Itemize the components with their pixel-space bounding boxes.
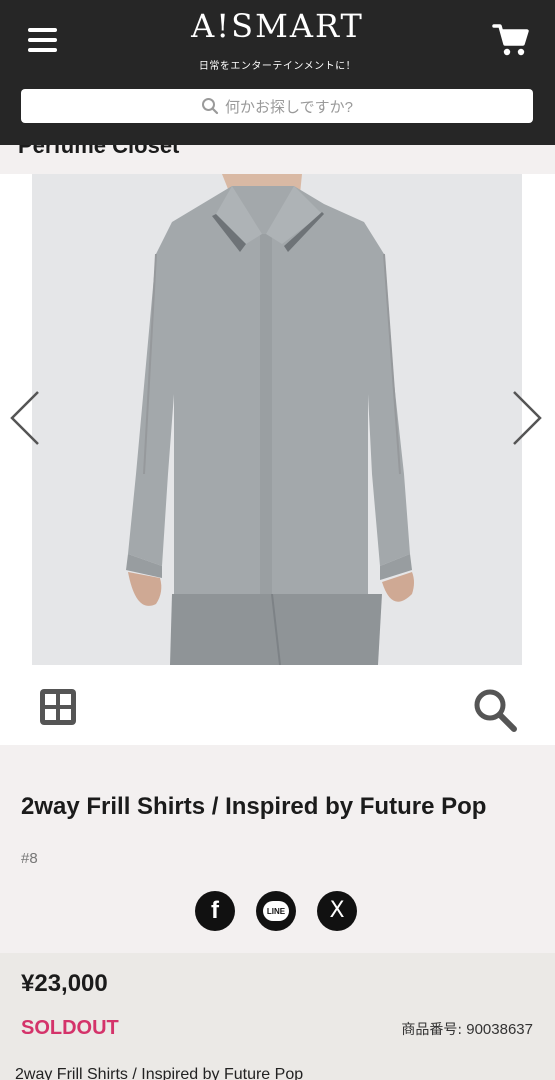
search-input[interactable]: 何かお探しですか? [21,89,533,123]
line-icon[interactable]: LINE [256,891,296,931]
product-image-carousel [0,174,555,665]
product-photo[interactable] [32,174,522,665]
cart-icon[interactable] [492,22,530,58]
category-title: Perfume Closet [18,145,180,158]
carousel-next-icon[interactable] [510,388,544,448]
facebook-glyph: f [211,897,219,924]
sku-label: 商品番号: [401,1022,463,1038]
share-buttons: f LINE X [195,891,357,931]
search-icon [202,98,219,115]
grid-view-icon[interactable] [39,688,77,726]
facebook-icon[interactable]: f [195,891,235,931]
breadcrumb-strip: Perfume Closet [0,145,555,174]
zoom-icon[interactable] [472,687,518,733]
product-title: 2way Frill Shirts / Inspired by Future P… [21,793,487,820]
line-glyph: LINE [266,906,286,916]
stock-status-badge: SOLDOUT [21,1017,119,1039]
image-tools [0,665,555,745]
x-glyph: X [329,898,345,923]
site-logo[interactable]: A!SMART [0,6,555,46]
site-tagline: 日常をエンターテインメントに！ [198,61,357,72]
price-section: ¥23,000 SOLDOUT 商品番号: 90038637 2way Fril… [0,953,555,1080]
product-price: ¥23,000 [21,970,108,997]
sku-number: 商品番号: 90038637 [401,1019,533,1039]
carousel-prev-icon[interactable] [8,388,42,448]
product-description: 2way Frill Shirts / Inspired by Future P… [15,1066,304,1080]
item-number: #8 [21,850,38,867]
site-header: A!SMART 日常をエンターテインメントに！ 何かお探しですか? [0,0,555,145]
search-placeholder: 何かお探しですか? [225,98,353,116]
product-info: 2way Frill Shirts / Inspired by Future P… [0,745,555,953]
sku-value: 90038637 [466,1021,533,1038]
x-icon[interactable]: X [317,891,357,931]
